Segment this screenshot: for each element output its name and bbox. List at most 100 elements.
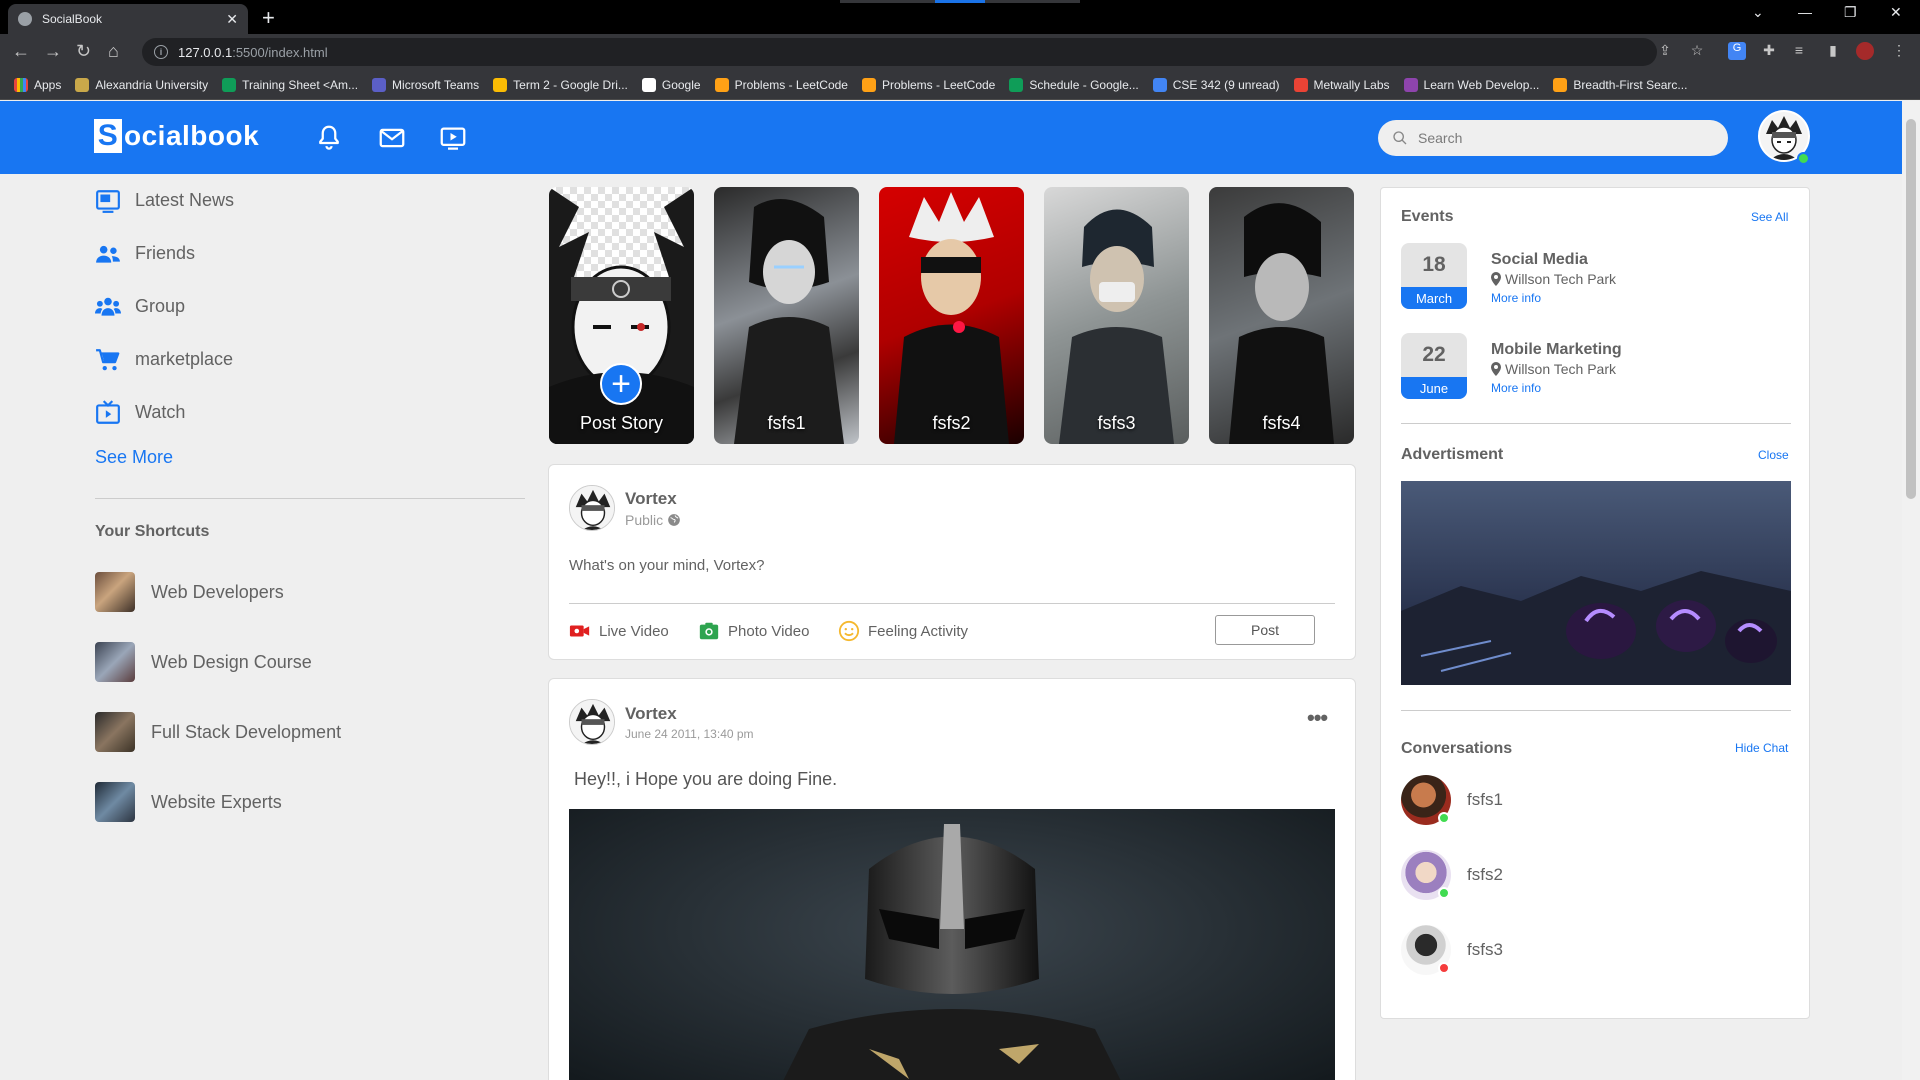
sidebar-item-marketplace[interactable]: marketplace <box>95 333 525 386</box>
bookmark-favicon <box>372 77 387 92</box>
home-icon[interactable]: ⌂ <box>108 41 119 62</box>
bookmark-item[interactable]: Term 2 - Google Dri... <box>493 77 628 92</box>
compose-input[interactable]: What's on your mind, Vortex? <box>569 557 764 574</box>
site-navbar: Socialbook <box>0 101 1902 174</box>
hide-chat-link[interactable]: Hide Chat <box>1735 741 1788 755</box>
shortcut-web-design-course[interactable]: Web Design Course <box>95 627 525 697</box>
conversation-item[interactable]: fsfs1 <box>1401 774 1791 826</box>
bookmark-favicon <box>1553 77 1568 92</box>
shortcut-label: Website Experts <box>151 791 282 812</box>
live-video-button[interactable]: Live Video <box>569 620 669 642</box>
bookmark-item[interactable]: Microsoft Teams <box>372 77 479 92</box>
translate-icon[interactable]: G <box>1728 42 1746 60</box>
bookmark-star-icon[interactable]: ☆ <box>1688 42 1706 60</box>
conversation-name: fsfs3 <box>1467 940 1503 959</box>
sidebar-item-label: Watch <box>135 402 186 422</box>
extensions-icon[interactable]: ✚ <box>1760 42 1778 60</box>
reading-list-icon[interactable]: ≡ <box>1790 42 1808 60</box>
bookmark-item[interactable]: Problems - LeetCode <box>861 77 995 92</box>
scrollbar-thumb[interactable] <box>1906 119 1916 499</box>
profile-icon[interactable] <box>1856 42 1874 60</box>
sidebar-divider <box>1401 423 1791 424</box>
bookmark-item[interactable]: Google <box>641 77 701 92</box>
tab-search-icon[interactable]: ⌄ <box>1752 4 1764 21</box>
see-more-link[interactable]: See More <box>95 447 525 468</box>
side-panel-icon[interactable]: ▮ <box>1824 42 1842 60</box>
bookmark-favicon <box>641 77 656 92</box>
bookmark-item[interactable]: CSE 342 (9 unread) <box>1152 77 1280 92</box>
site-info-icon[interactable]: i <box>154 45 168 59</box>
compose-user-name: Vortex <box>625 488 677 508</box>
conversation-item[interactable]: fsfs2 <box>1401 849 1791 901</box>
menu-kebab-icon[interactable]: ⋮ <box>1890 42 1908 60</box>
search-input[interactable] <box>1418 130 1698 146</box>
shortcut-full-stack-development[interactable]: Full Stack Development <box>95 697 525 767</box>
mail-icon[interactable] <box>377 123 407 153</box>
add-story-icon[interactable]: + <box>600 363 642 405</box>
browser-tab[interactable]: SocialBook ✕ <box>8 4 248 34</box>
post-image-graphic <box>569 809 1335 1080</box>
advertisement-graphic <box>1401 481 1791 685</box>
page-scrollbar[interactable] <box>1902 101 1920 1080</box>
see-all-link[interactable]: See All <box>1751 210 1788 224</box>
bookmark-label: Term 2 - Google Dri... <box>513 77 628 92</box>
bookmark-apps[interactable]: Apps <box>14 77 61 92</box>
bell-icon[interactable] <box>314 123 344 153</box>
socialbook-logo[interactable]: Socialbook <box>94 119 259 153</box>
shortcut-website-experts[interactable]: Website Experts <box>95 767 525 837</box>
bookmark-item[interactable]: Alexandria University <box>75 77 209 92</box>
story-image <box>549 187 694 444</box>
event-item[interactable]: 22 June Mobile Marketing Willson Tech Pa… <box>1401 333 1791 399</box>
story-card[interactable]: fsfs2 <box>879 187 1024 444</box>
video-icon[interactable] <box>438 123 468 153</box>
restore-icon[interactable]: ❐ <box>1844 4 1857 21</box>
reload-icon[interactable]: ↻ <box>76 41 91 62</box>
bookmark-item[interactable]: Problems - LeetCode <box>714 77 848 92</box>
post-author-avatar[interactable] <box>569 699 615 745</box>
photo-video-button[interactable]: Photo Video <box>698 620 809 642</box>
post-story-card[interactable]: + Post Story <box>549 187 694 444</box>
minimize-icon[interactable]: — <box>1798 4 1812 20</box>
story-card[interactable]: fsfs4 <box>1209 187 1354 444</box>
advertisement-image[interactable] <box>1401 481 1791 685</box>
compose-avatar[interactable] <box>569 485 615 531</box>
bookmark-item[interactable]: Metwally Labs <box>1293 77 1390 92</box>
group-icon <box>95 297 121 316</box>
shortcut-web-developers[interactable]: Web Developers <box>95 557 525 627</box>
event-item[interactable]: 18 March Social Media Willson Tech Park … <box>1401 243 1791 309</box>
post-image[interactable] <box>569 809 1335 1080</box>
sidebar-item-group[interactable]: Group <box>95 280 525 333</box>
watch-icon <box>96 399 120 424</box>
more-info-link[interactable]: More info <box>1491 291 1541 305</box>
bookmark-item[interactable]: Training Sheet <Am... <box>222 77 358 92</box>
search-box[interactable] <box>1378 120 1728 156</box>
bookmark-item[interactable]: Breadth-First Searc... <box>1553 77 1687 92</box>
close-window-icon[interactable]: ✕ <box>1890 4 1902 21</box>
back-icon[interactable]: ← <box>12 41 30 62</box>
sidebar-item-friends[interactable]: Friends <box>95 227 525 280</box>
location-pin-icon <box>1491 362 1501 376</box>
bookmark-item[interactable]: Learn Web Develop... <box>1403 77 1539 92</box>
event-day: 18 <box>1422 253 1446 276</box>
forward-icon[interactable]: → <box>44 41 62 62</box>
story-card[interactable]: fsfs1 <box>714 187 859 444</box>
close-ad-link[interactable]: Close <box>1758 448 1789 462</box>
bookmark-item[interactable]: Schedule - Google... <box>1009 77 1139 92</box>
post-button[interactable]: Post <box>1215 615 1315 645</box>
sidebar-item-watch[interactable]: Watch <box>95 386 525 439</box>
address-bar-row: ← → ↻ ⌂ i 127.0.0.1:5500/index.html ⇪ ☆ … <box>0 34 1920 70</box>
privacy-label[interactable]: Public <box>625 512 681 528</box>
bookmark-label: Alexandria University <box>95 77 209 92</box>
new-tab-icon[interactable]: + <box>262 5 275 31</box>
feeling-activity-button[interactable]: Feeling Activity <box>838 620 968 642</box>
share-icon[interactable]: ⇪ <box>1656 42 1674 60</box>
more-info-link[interactable]: More info <box>1491 381 1541 395</box>
url-bar[interactable]: i 127.0.0.1:5500/index.html <box>142 38 1657 66</box>
more-options-icon[interactable]: ••• <box>1307 707 1328 729</box>
story-card[interactable]: fsfs3 <box>1044 187 1189 444</box>
post-author-name[interactable]: Vortex <box>625 704 754 724</box>
close-tab-icon[interactable]: ✕ <box>226 11 238 28</box>
sidebar-item-latest-news[interactable]: Latest News <box>95 174 525 227</box>
event-month: March <box>1401 287 1467 309</box>
conversation-item[interactable]: fsfs3 <box>1401 924 1791 976</box>
